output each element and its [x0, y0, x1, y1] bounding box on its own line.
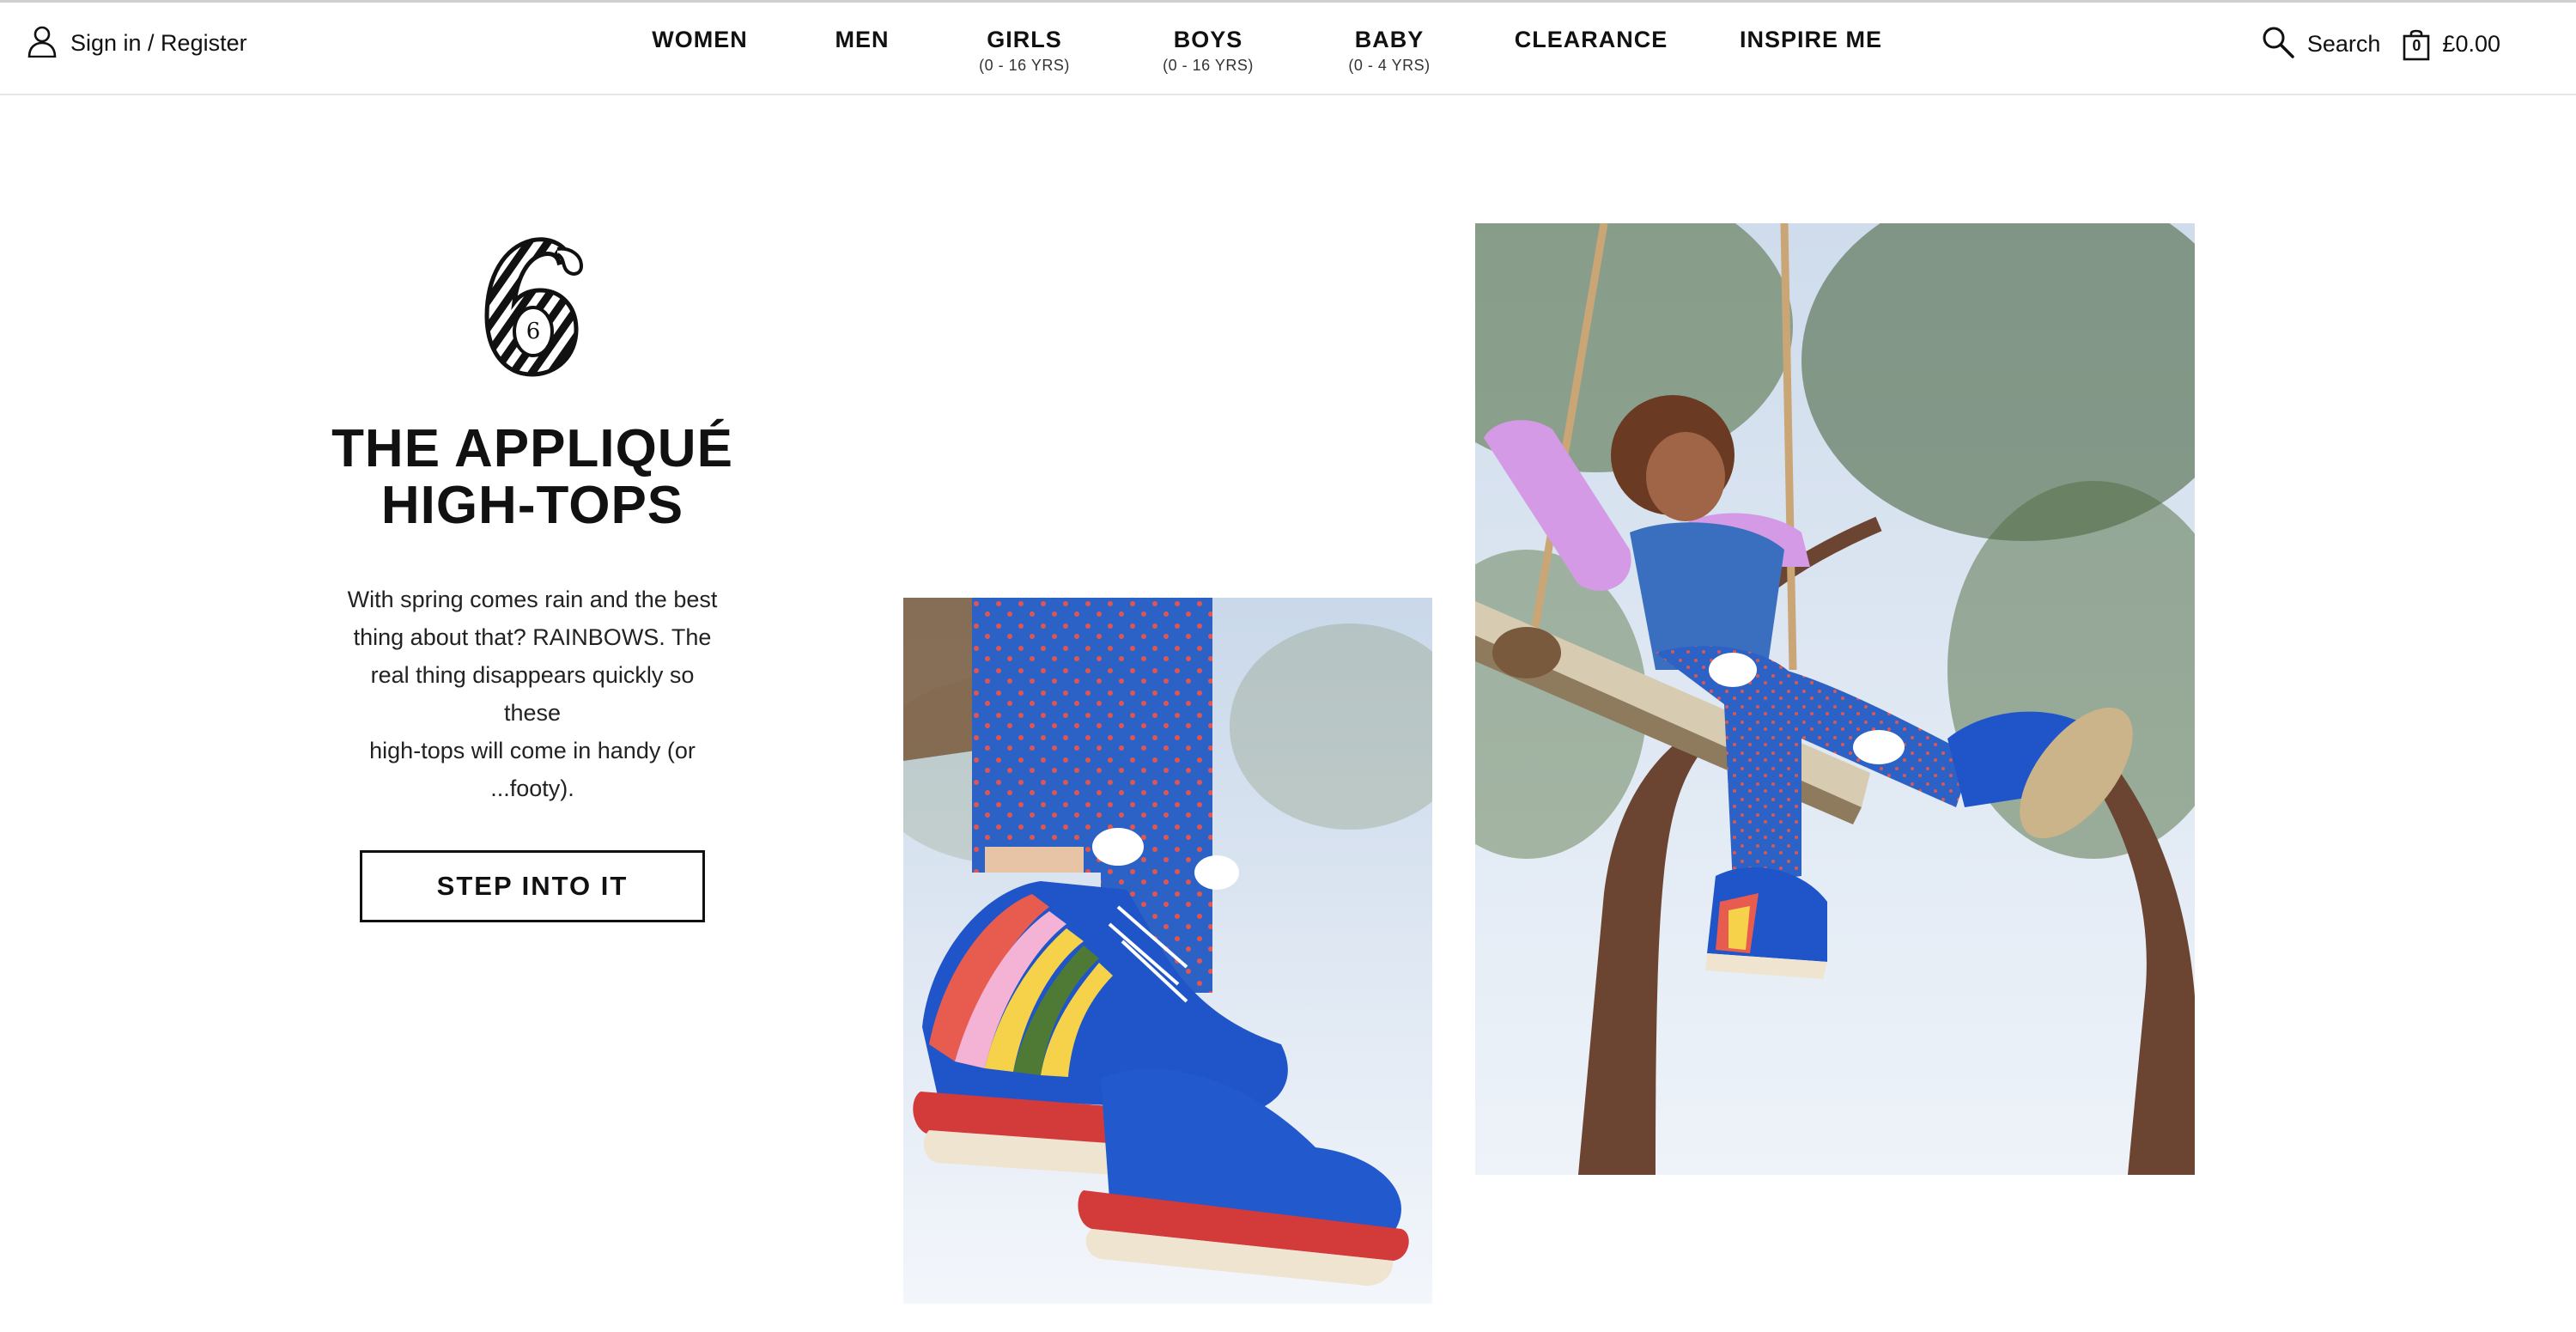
- nav-item-women[interactable]: WOMEN: [652, 27, 747, 53]
- description-line: ...footy).: [490, 775, 574, 801]
- nav-age-range: (0 - 16 YRS): [979, 57, 1070, 74]
- feature-text-block: 6 THE APPLIQUÉ HIGH-TOPS With spring com…: [326, 232, 738, 922]
- main-nav: WOMEN MEN GIRLS (0 - 16 YRS) BOYS (0 - 1…: [0, 27, 2576, 95]
- number-six-illustration: 6: [484, 237, 584, 377]
- search-icon: [2261, 25, 2295, 64]
- nav-label: INSPIRE ME: [1739, 27, 1883, 52]
- girl-on-swing-photo[interactable]: [1475, 223, 2195, 1175]
- nav-item-inspire-me[interactable]: INSPIRE ME: [1740, 27, 1882, 53]
- step-into-it-button[interactable]: STEP INTO IT: [360, 850, 705, 922]
- feature-title: THE APPLIQUÉ HIGH-TOPS: [326, 421, 738, 534]
- description-line: thing about that? RAINBOWS. The: [353, 624, 712, 650]
- shoes-closeup-photo[interactable]: [903, 598, 1432, 1304]
- number-label: 6: [526, 319, 541, 344]
- nav-item-clearance[interactable]: CLEARANCE: [1515, 27, 1668, 53]
- nav-label: CLEARANCE: [1514, 27, 1668, 52]
- nav-label: WOMEN: [652, 27, 748, 52]
- nav-age-range: (0 - 4 YRS): [1348, 57, 1431, 74]
- cart-total: £0.00: [2442, 31, 2500, 57]
- site-header: Sign in / Register WOMEN MEN GIRLS (0 - …: [0, 3, 2576, 95]
- description-line: real thing disappears quickly so these: [370, 662, 695, 726]
- description-line: With spring comes rain and the best: [347, 587, 718, 612]
- cart-button[interactable]: 0 £0.00: [2403, 28, 2500, 61]
- cart-count: 0: [2412, 36, 2421, 54]
- search-button[interactable]: Search: [2261, 25, 2381, 64]
- feature-description: With spring comes rain and the best thin…: [343, 581, 721, 807]
- nav-label: MEN: [835, 27, 890, 52]
- nav-label: BOYS: [1173, 27, 1243, 52]
- shopping-bag-icon: 0: [2403, 28, 2430, 61]
- nav-age-range: (0 - 16 YRS): [1163, 57, 1254, 74]
- nav-item-baby[interactable]: BABY (0 - 4 YRS): [1348, 27, 1430, 75]
- nav-label: GIRLS: [987, 27, 1062, 52]
- description-line: high-tops will come in handy (or: [369, 738, 696, 763]
- title-line: THE APPLIQUÉ: [331, 419, 733, 478]
- title-line: HIGH-TOPS: [380, 476, 684, 535]
- nav-item-boys[interactable]: BOYS (0 - 16 YRS): [1163, 27, 1254, 75]
- search-label: Search: [2306, 31, 2381, 57]
- nav-item-girls[interactable]: GIRLS (0 - 16 YRS): [979, 27, 1070, 75]
- nav-item-men[interactable]: MEN: [835, 27, 890, 53]
- nav-label: BABY: [1354, 27, 1425, 52]
- header-tools: Search 0 £0.00: [2261, 25, 2500, 64]
